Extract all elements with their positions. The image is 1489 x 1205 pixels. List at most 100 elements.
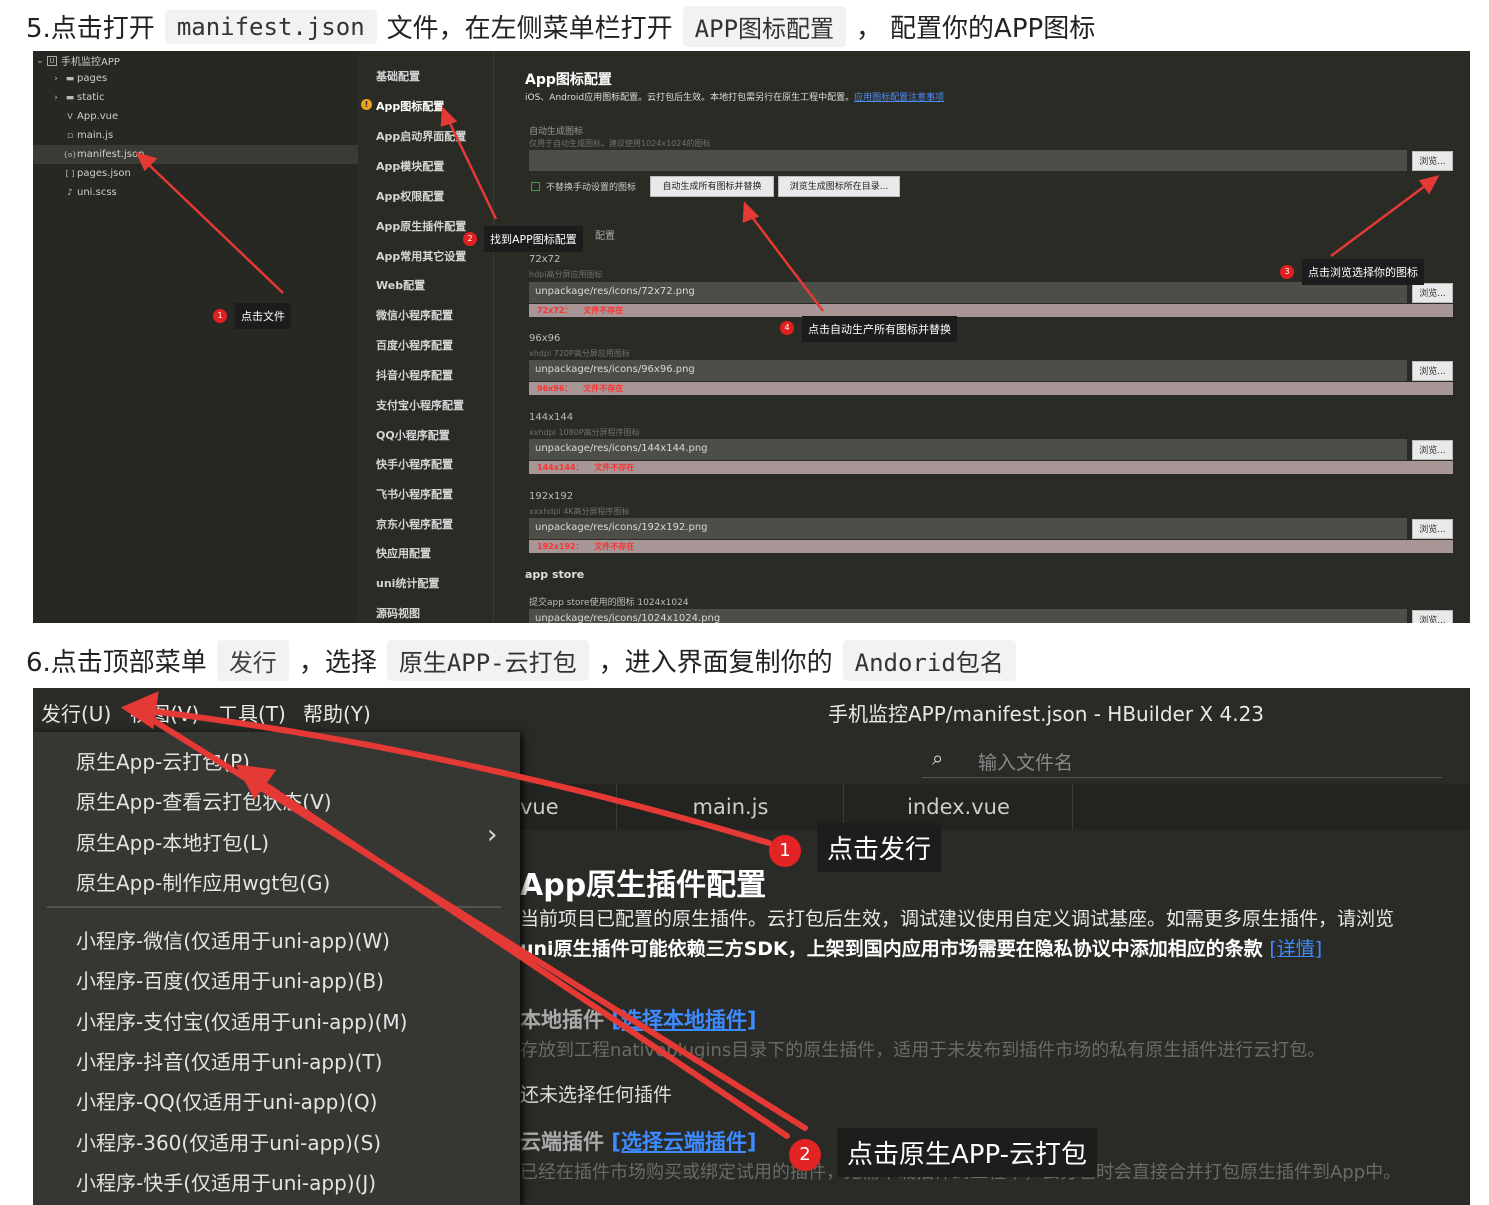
nav-item-source-view[interactable]: 源码视图	[376, 605, 420, 621]
icon-error: 192x192： 文件不存在	[529, 540, 1453, 553]
nav-item-uni-stat[interactable]: uni统计配置	[376, 575, 439, 591]
auto-gen-input[interactable]	[529, 150, 1407, 171]
menu-item-cloud-status[interactable]: 原生App-查看云打包状态(V)	[76, 786, 332, 815]
menu-item-mp-alipay[interactable]: 小程序-支付宝(仅适用于uni-app)(M)	[76, 1006, 407, 1035]
auto-generate-button[interactable]: 自动生成所有图标并替换	[650, 176, 774, 197]
editor-tabs: vue main.js index.vue	[520, 784, 1470, 830]
step-badge-3: 3	[1280, 265, 1294, 279]
tree-item-pages[interactable]: › ▬ pages	[33, 69, 358, 88]
tab-vue[interactable]: vue	[520, 784, 617, 830]
tree-item-main-js[interactable]: ▫ main.js	[33, 126, 358, 145]
nav-item-other-settings[interactable]: App常用其它设置	[376, 248, 466, 264]
no-replace-label: 不替换手动设置的图标	[546, 183, 637, 193]
nav-item-kuaishou[interactable]: 快手小程序配置	[376, 456, 453, 472]
error-key: 96x96：	[537, 384, 573, 393]
nav-item-app-icon[interactable]: App图标配置	[376, 98, 444, 114]
menu-tools[interactable]: 工具(T)	[218, 698, 286, 727]
nav-item-native-plugins[interactable]: App原生插件配置	[376, 218, 466, 234]
step6-code-package-name: Andorid包名	[842, 640, 1016, 681]
nav-item-modules[interactable]: App模块配置	[376, 158, 444, 174]
menu-item-local-pack[interactable]: 原生App-本地打包(L)	[76, 827, 269, 856]
nav-item-feishu[interactable]: 飞书小程序配置	[376, 486, 453, 502]
tree-item-manifest-json[interactable]: {o} manifest.json	[33, 145, 358, 164]
icon-browse-button[interactable]: 浏览...	[1412, 440, 1453, 460]
menu-item-mp-douyin[interactable]: 小程序-抖音(仅适用于uni-app)(T)	[76, 1046, 382, 1075]
appstore-path-input[interactable]: unpackage/res/icons/1024x1024.png	[529, 609, 1407, 623]
nav-item-jd[interactable]: 京东小程序配置	[376, 516, 453, 532]
tree-item-app-vue[interactable]: V App.vue	[33, 107, 358, 126]
config-desc-link[interactable]: 应用图标配置注意事项	[854, 93, 944, 103]
menu-item-mp-baidu[interactable]: 小程序-百度(仅适用于uni-app)(B)	[76, 965, 384, 994]
nav-item-alipay[interactable]: 支付宝小程序配置	[376, 397, 464, 413]
step5-prefix: 5.点击打开	[26, 14, 155, 44]
nav-item-qq[interactable]: QQ小程序配置	[376, 427, 450, 443]
icon-size-label: 72x72	[529, 254, 561, 265]
step5-heading: 5.点击打开 manifest.json 文件，在左侧菜单栏打开 APP图标配置…	[26, 6, 1095, 47]
icon-browse-button[interactable]: 浏览...	[1412, 283, 1453, 303]
manifest-nav: ! 基础配置 App图标配置 App启动界面配置 App模块配置 App权限配置…	[358, 51, 494, 623]
error-key: 144x144：	[537, 463, 584, 472]
tree-item-label: pages.json	[77, 168, 131, 179]
nav-item-permissions[interactable]: App权限配置	[376, 188, 444, 204]
nav-item-web[interactable]: Web配置	[376, 277, 425, 293]
icon-path-input[interactable]: unpackage/res/icons/192x192.png	[529, 518, 1407, 539]
no-replace-checkbox[interactable]	[531, 182, 540, 191]
step5-code-icon-config: APP图标配置	[682, 6, 847, 47]
menu-item-wgt-pack[interactable]: 原生App-制作应用wgt包(G)	[76, 867, 330, 896]
error-msg: 文件不存在	[583, 384, 624, 393]
icon-path-input[interactable]: unpackage/res/icons/144x144.png	[529, 439, 1407, 460]
callout-browse-icon: 点击浏览选择你的图标	[1302, 259, 1424, 285]
select-local-plugin-link[interactable]: [选择本地插件]	[611, 1008, 756, 1032]
search-icon: ⌕	[932, 746, 944, 770]
tree-root[interactable]: ⌄ U 手机监控APP	[33, 51, 358, 70]
tree-item-static[interactable]: › ▬ static	[33, 88, 358, 107]
auto-gen-browse-button[interactable]: 浏览...	[1412, 151, 1453, 171]
tree-item-uni-scss[interactable]: ♪ uni.scss	[33, 183, 358, 202]
icon-browse-button[interactable]: 浏览...	[1412, 519, 1453, 539]
tab-main-js[interactable]: main.js	[618, 784, 844, 830]
icon-path-input[interactable]: unpackage/res/icons/96x96.png	[529, 360, 1407, 381]
icon-size-hint: xhdpi 720P高分屏应用图标	[529, 349, 630, 358]
icon-browse-button[interactable]: 浏览...	[1412, 361, 1453, 381]
step-badge-4: 4	[780, 321, 794, 335]
menu-view[interactable]: 视图(V)	[130, 698, 199, 727]
config-desc-text: iOS、Android应用图标配置。云打包后生效。本地打包需另行在原生工程中配置…	[525, 93, 855, 103]
step6-prefix: 6.点击顶部菜单	[26, 648, 207, 678]
step6-code-cloud-pack: 原生APP-云打包	[386, 640, 589, 681]
window-title: 手机监控APP/manifest.json - HBuilder X 4.23	[828, 702, 1265, 726]
tree-item-label: uni.scss	[77, 187, 117, 198]
nav-item-weixin[interactable]: 微信小程序配置	[376, 307, 453, 323]
tree-item-label: main.js	[77, 130, 114, 141]
icon-size-label: 96x96	[529, 333, 561, 344]
details-link[interactable]: [详情]	[1269, 938, 1322, 960]
browse-generated-dir-button[interactable]: 浏览生成图标所在目录...	[778, 176, 900, 197]
chevron-right-icon: ›	[54, 92, 58, 103]
menu-item-cloud-pack[interactable]: 原生App-云打包(P)	[76, 746, 250, 775]
nav-item-douyin[interactable]: 抖音小程序配置	[376, 367, 453, 383]
icon-size-label: 144x144	[529, 412, 574, 423]
menu-item-mp-360[interactable]: 小程序-360(仅适用于uni-app)(S)	[76, 1127, 381, 1156]
android-section-label: 配置	[595, 231, 615, 242]
step6-code-publish: 发行	[216, 640, 289, 681]
select-cloud-plugin-link[interactable]: [选择云端插件]	[611, 1130, 756, 1154]
icon-path-input[interactable]: unpackage/res/icons/72x72.png	[529, 282, 1407, 303]
nav-item-quickapp[interactable]: 快应用配置	[376, 545, 431, 561]
menu-item-mp-kuaishou[interactable]: 小程序-快手(仅适用于uni-app)(J)	[76, 1167, 376, 1196]
file-search-box[interactable]: ⌕ 输入文件名	[922, 744, 1442, 778]
vue-file-icon: V	[67, 112, 73, 121]
plugin-sdk-notice: uni原生插件可能依赖三方SDK，上架到国内应用市场需要在隐私协议中添加相应的条…	[520, 934, 1322, 961]
step5-code-manifest: manifest.json	[164, 9, 377, 44]
chevron-right-icon: ›	[487, 820, 498, 850]
nav-item-splash[interactable]: App启动界面配置	[376, 128, 466, 144]
menu-help[interactable]: 帮助(Y)	[303, 698, 371, 727]
menu-item-mp-weixin[interactable]: 小程序-微信(仅适用于uni-app)(W)	[76, 925, 390, 954]
menu-publish[interactable]: 发行(U)	[41, 698, 111, 727]
error-key: 72x72：	[537, 306, 573, 315]
nav-item-basic[interactable]: 基础配置	[376, 68, 420, 84]
nav-item-baidu[interactable]: 百度小程序配置	[376, 337, 453, 353]
appstore-browse-button[interactable]: 浏览...	[1412, 610, 1453, 623]
step-badge-1: 1	[213, 309, 227, 323]
tree-item-pages-json[interactable]: [ ] pages.json	[33, 164, 358, 183]
step-badge-1: 1	[769, 835, 801, 867]
menu-item-mp-qq[interactable]: 小程序-QQ(仅适用于uni-app)(Q)	[76, 1086, 377, 1115]
